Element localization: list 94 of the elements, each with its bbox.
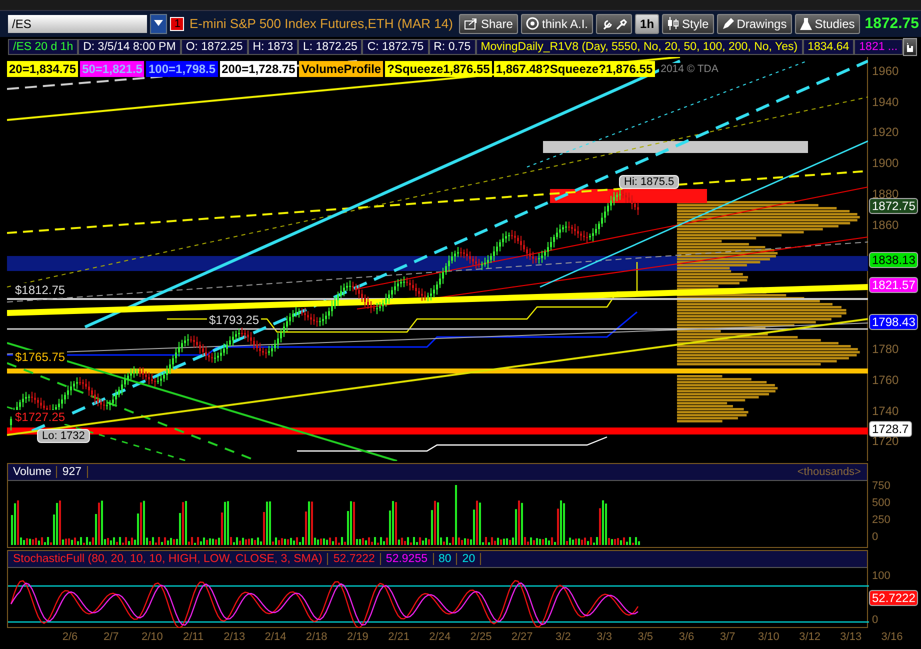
date-label: 2/10: [140, 631, 164, 644]
date-label: 3/5: [636, 631, 654, 644]
axis-label: 1900: [872, 156, 899, 170]
price-badge: 1728.7: [869, 420, 912, 437]
date-label: 3/10: [756, 631, 780, 644]
date-label: 2/14: [264, 631, 288, 644]
price-label: $1727.25: [13, 410, 68, 424]
share-icon: [464, 18, 478, 30]
pencil-icon: [722, 18, 734, 30]
date-label: 2/11: [182, 631, 205, 644]
wrench-icon: [601, 16, 628, 31]
axis-label: 1860: [872, 218, 899, 232]
axis-label: 750: [872, 480, 890, 492]
quote-field: O: 1872.25: [180, 38, 248, 55]
axis-label: 100: [872, 570, 890, 582]
studies-button[interactable]: Studies: [794, 14, 860, 34]
price-callout: Lo: 1732: [37, 428, 90, 443]
study-name: StochasticFull (80, 20, 10, 10, HIGH, LOW, CLOSE, 3, SMA): [8, 553, 328, 566]
price-badge: 1798.43: [869, 314, 918, 330]
quote-field: C: 1872.75: [362, 38, 429, 55]
date-label: 3/13: [839, 631, 863, 644]
study-label: VolumeProfile: [299, 60, 384, 77]
quote-field: R: 0.75: [428, 38, 476, 55]
caret-icon: [154, 20, 164, 28]
quote-field: 1821 ...: [854, 38, 903, 55]
gauge-icon: [526, 17, 539, 30]
price-badge: 1821.57: [869, 276, 918, 293]
quote-field: MovingDaily_R1V8 (Day, 5550, No, 20, 50, 100, 200, No, Yes): [476, 38, 803, 55]
quote-field: D: 3/5/14 8:00 PM: [78, 38, 181, 55]
symbol-field[interactable]: /ES: [8, 14, 148, 33]
quote-field: /ES 20 d 1h: [8, 38, 78, 55]
date-label: 3/6: [678, 631, 696, 644]
study-value: 52.9255: [380, 553, 434, 566]
quote-field: 1834.64: [802, 38, 854, 55]
style-button[interactable]: Style: [662, 14, 714, 34]
study-value: 927: [57, 466, 88, 478]
date-label: 2/25: [469, 631, 493, 644]
study-name: Volume: [8, 466, 58, 478]
date-label: 2/27: [510, 631, 534, 644]
study-value: 20: [457, 553, 482, 566]
axis-label: 1940: [872, 94, 899, 109]
study-label: 20=1,834.75: [7, 60, 78, 77]
tools-button[interactable]: [596, 14, 632, 34]
date-label: 3/2: [554, 631, 572, 644]
quote-field: H: 1873: [248, 38, 298, 55]
drawings-button[interactable]: Drawings: [716, 14, 792, 34]
alert-badge[interactable]: 1: [170, 16, 184, 31]
date-label: 2/6: [61, 631, 79, 644]
date-label: 2/21: [387, 631, 410, 644]
period-button[interactable]: 1h: [635, 14, 660, 34]
axis-label: 250: [872, 514, 890, 526]
date-label: 2/7: [102, 631, 120, 644]
candle-icon: [667, 17, 680, 30]
quote-field: L: 1872.25: [298, 38, 362, 55]
date-label: 2/24: [428, 631, 452, 644]
axis-label: 1740: [872, 404, 899, 418]
flask-icon: [800, 18, 812, 30]
date-label: 3/7: [718, 631, 736, 644]
study-label: 200=1,728.75: [220, 60, 298, 77]
price-label: $1793.25: [207, 312, 262, 327]
last-price: 1872.75: [864, 15, 919, 32]
date-label: 3/12: [798, 631, 822, 644]
study-label: 1,867.48?Squeeze?1,876.55: [494, 60, 655, 77]
price-label: $1765.75: [13, 350, 68, 364]
units-label: <thousands>: [797, 466, 862, 478]
date-label: 2/13: [222, 631, 246, 644]
study-label: 100=1,798.5: [146, 60, 218, 77]
study-value: 52.7222: [328, 553, 381, 566]
axis-label: 1780: [872, 342, 899, 356]
price-badge: 1838.13: [869, 252, 918, 268]
axis-label: 0: [872, 614, 878, 626]
share-button[interactable]: Share: [458, 14, 518, 34]
date-label: 3/16: [880, 631, 904, 644]
axis-label: 1960: [872, 64, 899, 78]
axis-label: 0: [872, 530, 878, 543]
axis-label: 1720: [872, 434, 899, 448]
price-badge: 1872.75: [869, 198, 918, 214]
study-label: ?Squeeze1,876.55: [385, 60, 492, 77]
axis-label: 1920: [872, 125, 899, 140]
study-label: 50=1,821.5: [80, 60, 144, 77]
price-label: $1812.75: [13, 282, 68, 297]
copyright-text: 2014 © TDA: [658, 62, 720, 75]
date-label: 3/3: [596, 631, 613, 644]
study-value: 80: [434, 553, 458, 566]
price-badge: 52.7222: [869, 590, 918, 606]
instrument-title: E-mini S&P 500 Index Futures,ETH (MAR 14): [189, 16, 453, 32]
dropdown-button[interactable]: [150, 14, 168, 34]
axis-label: 500: [872, 496, 890, 509]
axis-label: 1760: [872, 372, 899, 387]
price-callout: Hi: 1875.5: [619, 174, 680, 189]
cursor-button[interactable]: [902, 38, 917, 56]
date-label: 2/19: [346, 631, 370, 644]
think-button[interactable]: think A.I.: [520, 14, 594, 34]
date-label: 2/18: [304, 631, 328, 644]
